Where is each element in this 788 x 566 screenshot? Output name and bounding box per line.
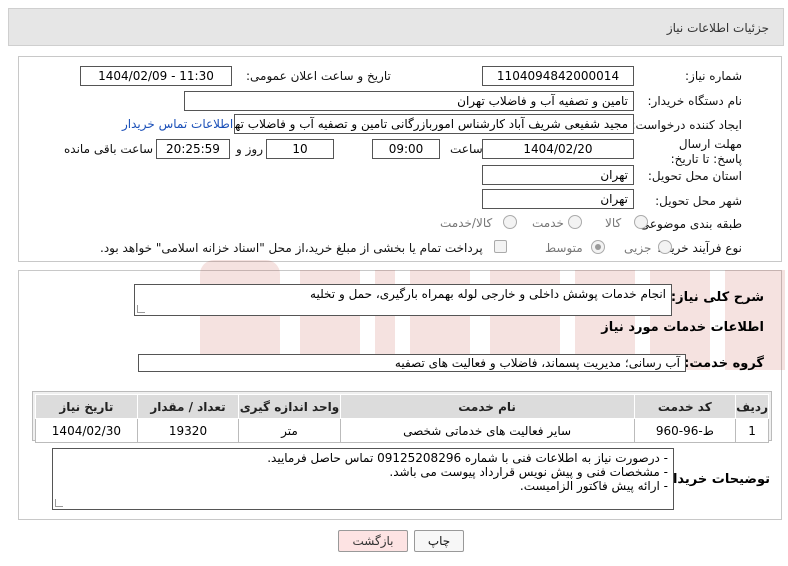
buyer-org-field[interactable]: تامین و تصفیه آب و فاضلاب تهران [184,91,634,111]
services-table-wrapper: ردیف کد خدمت نام خدمت واحد اندازه گیری ت… [32,391,772,443]
page-title: جزئیات اطلاعات نیاز [666,21,769,35]
requester-label: ایجاد کننده درخواست: [631,118,742,132]
col-code: کد خدمت [633,394,737,419]
services-table: ردیف کد خدمت نام خدمت واحد اندازه گیری ت… [35,394,769,443]
col-qty: تعداد / مقدار [136,394,240,419]
cell-unit: متر [238,418,341,443]
cell-row: 1 [735,418,769,443]
summary-label: شرح کلی نیاز: [670,290,764,305]
province-label: استان محل تحویل: [647,169,742,183]
cell-name: سایر فعالیت های خدماتی شخصی [339,418,635,443]
treasury-note: پرداخت تمام یا بخشی از مبلغ خرید،از محل … [100,241,483,255]
city-field[interactable]: تهران [482,189,634,209]
requester-field[interactable]: مجید شفیعی شریف آباد کارشناس اموربازرگان… [234,114,634,134]
deadline-label: مهلت ارسال پاسخ: تا تاریخ: [670,137,742,166]
cell-code: ط-96-960 [633,418,737,443]
announce-field[interactable]: 1404/02/09 - 11:30 [80,66,232,86]
need-number-field[interactable]: 1104094842000014 [482,66,634,86]
back-button[interactable]: بازگشت [338,530,408,552]
services-table-header: ردیف کد خدمت نام خدمت واحد اندازه گیری ت… [35,394,769,419]
service-group-field[interactable]: آب رسانی؛ مدیریت پسماند، فاضلاب و فعالیت… [138,354,686,372]
category-option-goods: کالا [605,216,622,230]
buyer-note-line: - درصورت نیاز به اطلاعات فنی با شماره 09… [267,451,668,465]
resize-handle-icon[interactable] [55,499,63,507]
announce-label: تاریخ و ساعت اعلان عمومی: [246,69,391,83]
province-field[interactable]: تهران [482,165,634,185]
page-header: جزئیات اطلاعات نیاز [8,8,784,46]
buyer-note-line: - مشخصات فنی و پیش نویس قرارداد پیوست می… [389,465,668,479]
category-radio-service[interactable] [568,215,582,229]
treasury-checkbox[interactable] [494,240,507,253]
buyer-note-line: - ارائه پیش فاکتور الزامیست. [519,479,668,493]
remaining-label: ساعت باقی مانده [64,142,154,156]
print-button[interactable]: چاپ [414,530,464,552]
col-unit: واحد اندازه گیری [238,394,341,419]
process-option-medium: متوسط [545,241,583,255]
category-radio-goods-service[interactable] [503,215,517,229]
process-option-minor: جزیی [624,241,652,255]
remaining-time-field[interactable]: 20:25:59 [156,139,230,159]
col-name: نام خدمت [339,394,635,419]
category-label: طبقه بندی موضوعی: [635,217,742,231]
services-section-title: اطلاعات خدمات مورد نیاز [601,320,764,335]
days-field[interactable]: 10 [266,139,334,159]
summary-textarea[interactable]: انجام خدمات پوشش داخلی و خارجی لوله بهمر… [134,284,672,316]
col-row: ردیف [735,394,769,419]
category-option-goods-service: کالا/خدمت [440,216,493,230]
days-label: روز و [236,142,263,156]
table-row: 1 ط-96-960 سایر فعالیت های خدماتی شخصی م… [35,418,769,443]
deadline-time-label: ساعت [450,142,483,156]
city-label: شهر محل تحویل: [655,194,742,208]
process-radio-minor[interactable] [658,240,672,254]
buyer-notes-label: توضیحات خریدار: [660,472,770,487]
process-radio-medium[interactable] [591,240,605,254]
cell-qty: 19320 [136,418,240,443]
buyer-notes-textarea[interactable]: - درصورت نیاز به اطلاعات فنی با شماره 09… [52,448,674,510]
cell-date: 1404/02/30 [35,418,138,443]
resize-handle-icon[interactable] [137,305,145,313]
col-date: تاریخ نیاز [35,394,138,419]
need-number-label: شماره نیاز: [685,69,742,83]
buyer-org-label: نام دستگاه خریدار: [647,94,743,108]
buyer-contact-link[interactable]: اطلاعات تماس خریدار [122,117,233,131]
deadline-time-field[interactable]: 09:00 [372,139,440,159]
service-group-label: گروه خدمت: [684,356,764,371]
category-option-service: خدمت [532,216,564,230]
category-radio-goods[interactable] [634,215,648,229]
deadline-date-field[interactable]: 1404/02/20 [482,139,634,159]
summary-text: انجام خدمات پوشش داخلی و خارجی لوله بهمر… [310,287,666,301]
